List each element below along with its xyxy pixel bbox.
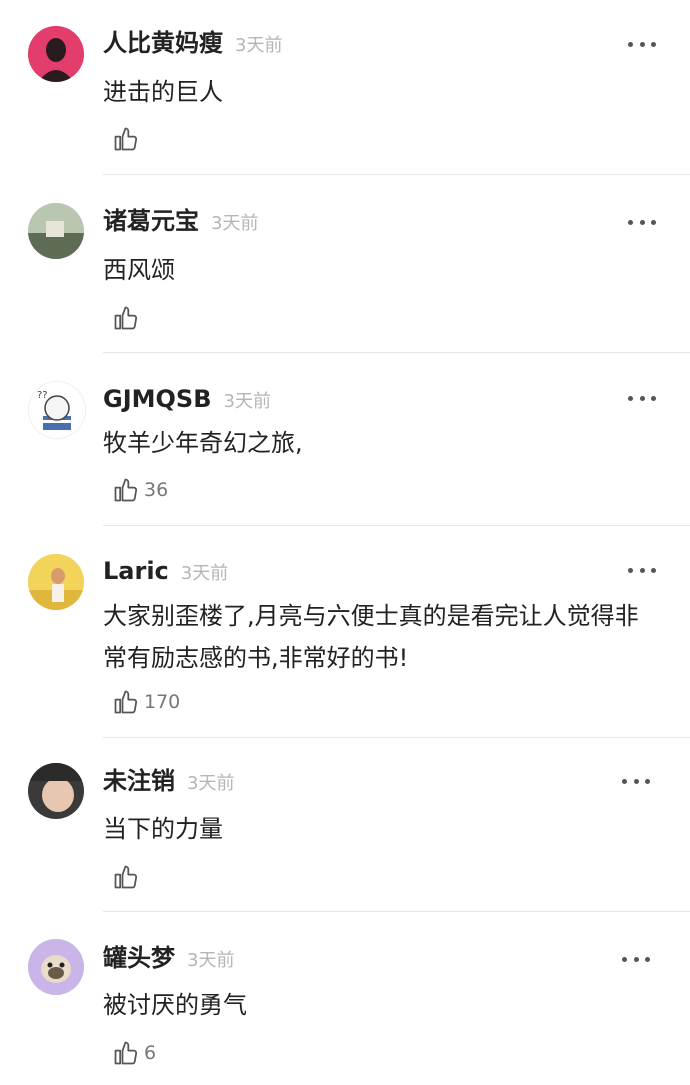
divider bbox=[103, 911, 690, 912]
username[interactable]: 未注销 3天前 bbox=[103, 766, 234, 799]
comment-text: 当下的力量 bbox=[103, 815, 223, 843]
username[interactable]: 人比黄妈瘦 3天前 bbox=[103, 28, 282, 61]
username-text[interactable]: 诸葛元宝 bbox=[103, 207, 199, 235]
username[interactable]: Laric 3天前 bbox=[103, 556, 228, 589]
more-options-icon[interactable] bbox=[628, 218, 656, 226]
username[interactable]: 罐头梦 3天前 bbox=[103, 943, 234, 976]
comment-text: 牧羊少年奇幻之旅, bbox=[103, 429, 303, 457]
divider bbox=[103, 737, 690, 738]
avatar[interactable] bbox=[28, 939, 84, 995]
timestamp: 3天前 bbox=[211, 213, 259, 234]
timestamp: 3天前 bbox=[180, 563, 229, 584]
avatar[interactable] bbox=[28, 26, 84, 82]
username[interactable]: 诸葛元宝 3天前 bbox=[103, 206, 258, 239]
more-options-icon[interactable] bbox=[628, 566, 656, 574]
avatar[interactable]: ?? bbox=[28, 381, 86, 439]
username-text[interactable]: Laric bbox=[103, 557, 169, 585]
divider bbox=[103, 352, 690, 353]
thumbs-up-icon bbox=[114, 127, 138, 151]
thumbs-up-icon bbox=[114, 478, 138, 502]
like-count: 36 bbox=[144, 479, 169, 501]
comment-text: 进击的巨人 bbox=[103, 78, 223, 106]
timestamp: 3天前 bbox=[187, 950, 235, 971]
comment-text: 西风颂 bbox=[103, 256, 175, 284]
more-options-icon[interactable] bbox=[622, 955, 650, 963]
avatar[interactable] bbox=[28, 763, 84, 819]
thumbs-up-icon bbox=[114, 306, 138, 330]
thumbs-up-icon bbox=[114, 1041, 138, 1065]
like-button[interactable] bbox=[112, 304, 144, 332]
username-text[interactable]: 未注销 bbox=[103, 767, 175, 795]
like-button[interactable] bbox=[112, 863, 144, 891]
timestamp: 3天前 bbox=[223, 391, 271, 412]
username-text[interactable]: 人比黄妈瘦 bbox=[103, 29, 223, 57]
svg-text:??: ?? bbox=[37, 390, 48, 401]
like-button[interactable]: 170 bbox=[112, 688, 180, 716]
username-text[interactable]: GJMQSB bbox=[103, 385, 212, 413]
like-button[interactable]: 36 bbox=[112, 476, 168, 504]
thumbs-up-icon bbox=[114, 865, 138, 889]
thumbs-up-icon bbox=[114, 690, 138, 714]
divider bbox=[103, 174, 690, 175]
avatar[interactable] bbox=[28, 203, 84, 259]
timestamp: 3天前 bbox=[235, 35, 283, 56]
username-text[interactable]: 罐头梦 bbox=[103, 944, 175, 972]
more-options-icon[interactable] bbox=[628, 394, 656, 402]
comment-text: 大家别歪楼了,月亮与六便士真的是看完让人觉得非常有励志感的书,非常好的书! bbox=[103, 602, 639, 672]
comment-text: 被讨厌的勇气 bbox=[103, 991, 247, 1019]
more-options-icon[interactable] bbox=[622, 777, 650, 785]
like-count: 170 bbox=[144, 691, 181, 713]
more-options-icon[interactable] bbox=[628, 40, 656, 48]
timestamp: 3天前 bbox=[187, 773, 235, 794]
username[interactable]: GJMQSB 3天前 bbox=[103, 384, 271, 417]
divider bbox=[103, 525, 690, 526]
like-button[interactable]: 6 bbox=[112, 1039, 156, 1067]
like-button[interactable] bbox=[112, 125, 144, 153]
like-count: 6 bbox=[144, 1042, 157, 1064]
avatar[interactable] bbox=[28, 554, 84, 610]
